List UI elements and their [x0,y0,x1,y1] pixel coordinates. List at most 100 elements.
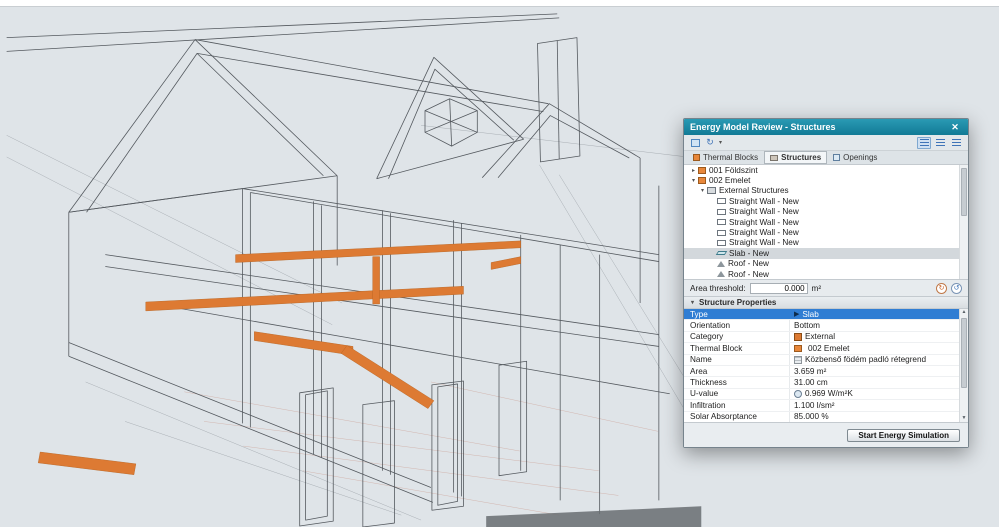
area-threshold-input[interactable] [749,282,808,294]
property-name: Orientation [684,320,790,331]
structure-tree: 001 Földszint 002 Emelet External Struct… [684,165,968,280]
expand-icon[interactable] [689,167,698,174]
tree-item-group[interactable]: External Structures [684,186,968,196]
property-name: Area [684,365,790,377]
storey-icon [698,166,706,174]
roof-icon [717,260,725,267]
tree-item-label: Straight Wall - New [729,238,799,248]
category-swatch-icon [794,332,802,341]
property-value: Slab [802,309,819,319]
wall-icon [717,198,726,205]
tree-item-label: 002 Emelet [709,176,751,186]
dialog-titlebar[interactable]: Energy Model Review - Structures ✕ [684,119,968,135]
revert-icon[interactable] [951,282,962,294]
property-row-thickness[interactable]: Thickness 31.00 cm [684,377,959,389]
property-row-orientation[interactable]: Orientation Bottom [684,320,959,332]
storey-icon [698,177,706,185]
tree-item-storey[interactable]: 001 Földszint [684,165,968,175]
property-name: Infiltration [684,400,790,411]
tab-thermal-blocks[interactable]: Thermal Blocks [687,151,764,164]
window-top-edge [0,0,999,7]
property-value: Közbenső födém padló rétegrend [805,355,927,365]
scroll-up-icon[interactable] [960,309,968,316]
property-row-category[interactable]: Category External [684,331,959,344]
model-display-icon[interactable] [689,137,701,148]
property-row-solar-absorptance[interactable]: Solar Absorptance 85.000 % [684,411,959,422]
tab-openings[interactable]: Openings [827,151,883,164]
storey-icon [794,344,802,352]
tree-item-label: Straight Wall - New [729,228,799,238]
dialog-toolbar [684,135,968,151]
property-name: Type [684,309,790,320]
tree-item-wall[interactable]: Straight Wall - New [684,196,968,206]
collapse-icon[interactable] [689,299,696,306]
property-name: Thermal Block [684,343,790,354]
tree-item-label: Slab - New [729,248,770,258]
dialog-title: Energy Model Review - Structures [690,122,836,132]
property-row-infiltration[interactable]: Infiltration 1.100 l/sm² [684,400,959,412]
tree-item-roof[interactable]: Roof - New [684,269,968,279]
property-row-area[interactable]: Area 3.659 m² [684,365,959,378]
properties-scrollbar[interactable] [959,309,968,422]
tree-item-label: Straight Wall - New [729,196,799,206]
property-value: Bottom [794,321,820,331]
tree-item-wall[interactable]: Straight Wall - New [684,207,968,217]
property-name: Solar Absorptance [684,411,790,422]
property-row-type[interactable]: Type Slab [684,309,959,321]
tree-item-roof[interactable]: Roof - New [684,259,968,269]
cube-icon [693,154,700,161]
refresh-model-icon[interactable] [704,137,716,148]
slab-type-icon [794,310,799,318]
property-row-thermal-block[interactable]: Thermal Block 002 Emelet [684,343,959,355]
tree-item-wall[interactable]: Straight Wall - New [684,217,968,227]
collapse-icon[interactable] [689,177,698,184]
chevron-down-icon[interactable] [719,139,722,146]
property-name: Category [684,331,790,343]
wall-icon [770,154,779,161]
tree-item-label: Straight Wall - New [729,217,799,227]
structure-properties-title: Structure Properties [699,298,777,307]
property-name: U-value [684,388,790,400]
area-threshold-unit: m² [811,283,822,293]
start-energy-simulation-button[interactable]: Start Energy Simulation [847,428,960,442]
tree-item-slab[interactable]: Slab - New [684,248,968,259]
area-threshold-label: Area threshold: [690,283,746,293]
scrollbar-thumb[interactable] [961,168,967,216]
property-value: 3.659 m² [794,366,827,376]
list-view-icon[interactable] [933,137,947,149]
tree-view-icon[interactable] [917,136,931,149]
tree-item-wall[interactable]: Straight Wall - New [684,227,968,237]
u-value-icon [794,389,802,398]
tab-label: Openings [843,153,878,162]
close-icon[interactable]: ✕ [948,122,962,133]
tree-item-label: 001 Földszint [709,165,758,175]
tab-structures[interactable]: Structures [764,151,828,164]
tree-item-wall[interactable]: Straight Wall - New [684,238,968,248]
property-row-name[interactable]: Name Közbenső födém padló rétegrend [684,354,959,366]
energy-model-review-dialog: Energy Model Review - Structures ✕ Therm… [683,118,969,448]
dialog-footer: Start Energy Simulation [684,423,968,447]
house-icon [690,138,700,147]
collapse-icon[interactable] [698,187,707,194]
tree-item-label: Roof - New [728,259,769,269]
tree-item-storey[interactable]: 002 Emelet [684,175,968,185]
structure-properties-header[interactable]: Structure Properties [684,297,968,309]
wall-icon [717,219,726,226]
window-icon [833,154,841,161]
property-value: 31.00 cm [794,378,828,388]
tree-item-label: Straight Wall - New [729,207,799,217]
scrollbar-thumb[interactable] [961,318,967,388]
update-icon[interactable] [936,282,947,294]
wall-icon [717,208,726,215]
wall-icon [717,229,726,236]
tree-item-label: Roof - New [728,269,769,279]
detail-view-icon[interactable] [949,137,963,149]
tree-scrollbar[interactable] [959,165,968,279]
property-row-u-value[interactable]: U-value 0.969 W/m²K [684,388,959,401]
property-value: 1.100 l/sm² [794,400,835,410]
slab-icon [715,251,728,256]
scroll-down-icon[interactable] [960,415,968,422]
property-name: Thickness [684,377,790,388]
property-name: Name [684,354,790,365]
wall-icon [717,239,726,246]
